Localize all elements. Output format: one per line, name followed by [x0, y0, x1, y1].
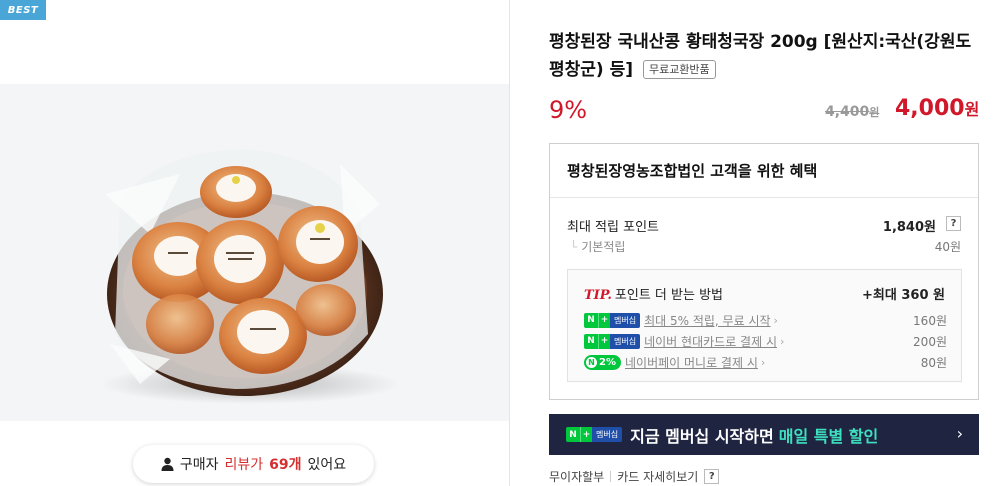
membership-banner[interactable]: N + 멤버십 지금 멤버십 시작하면 매일 특별 할인 › [549, 414, 979, 455]
chevron-right-icon: › [779, 334, 785, 348]
original-price: 4,400원 [825, 104, 879, 120]
basic-points-label: └ 기본적립 [570, 238, 625, 255]
naverpay-rate: 2% [599, 356, 616, 368]
product-title: 평창된장 국내산콩 황태청국장 200g [원산지:국산(강원도 평창군) 등] [549, 32, 972, 80]
chevron-right-icon: › [956, 424, 963, 443]
naver-plus-membership-badge: N + 멤버십 [584, 333, 641, 349]
basic-points-text: 기본적립 [581, 240, 626, 254]
card-details-link[interactable]: 카드 자세히보기 [617, 468, 698, 485]
plus-icon: + [598, 333, 610, 349]
naver-n-icon: N [566, 427, 580, 442]
benefit-box: 평창된장영농조합법인 고객을 위한 혜택 최대 적립 포인트 1,840원 ? … [549, 143, 979, 400]
chevron-right-icon: › [760, 355, 766, 369]
tip-title-text: 포인트 더 받는 방법 [614, 288, 723, 303]
max-points-value: 1,840원 [882, 220, 936, 235]
tip-max-points: +최대 360 원 [862, 288, 945, 303]
tip-row-membership-points: 160원 [913, 313, 947, 328]
naver-n-icon: N [584, 333, 598, 349]
membership-banner-text: 지금 멤버십 시작하면 [630, 426, 774, 446]
card-help-button[interactable]: ? [704, 469, 720, 484]
tip-row-card-points: 200원 [913, 334, 947, 349]
branch-icon: └ [570, 240, 578, 254]
tip-title: TIP. 포인트 더 받는 방법 [584, 284, 723, 303]
installment-link[interactable]: 무이자할부 [549, 468, 604, 485]
final-price: 4,000원 [895, 96, 979, 121]
review-count: 69개 [269, 457, 302, 473]
basic-points-value: 40원 [934, 240, 961, 254]
tip-word: TIP. [584, 288, 612, 303]
membership-banner-highlight: 매일 특별 할인 [778, 426, 879, 446]
final-price-unit: 원 [964, 100, 980, 119]
benefit-title: 평창된장영농조합법인 고객을 위한 혜택 [567, 162, 818, 180]
plus-icon: + [580, 427, 592, 442]
plus-icon: + [598, 312, 610, 328]
product-photo[interactable] [0, 84, 509, 421]
max-points-label: 최대 적립 포인트 [567, 220, 659, 235]
tip-row-naverpay-points: 80원 [920, 355, 947, 370]
review-prefix: 구매자 [179, 457, 219, 473]
naver-plus-membership-badge: N + 멤버십 [566, 427, 623, 442]
membership-label: 멤버십 [592, 427, 623, 442]
discount-rate: 9% [549, 96, 588, 124]
review-count-button[interactable]: 구매자 리뷰가 69개 있어요 [133, 445, 374, 483]
naver-plus-membership-badge: N + 멤버십 [584, 312, 641, 328]
naver-n-icon: N [584, 312, 598, 328]
person-icon [161, 457, 174, 471]
product-image-panel: BEST 구매자 리뷰가 69개 있어요 [0, 0, 510, 486]
original-price-number: 4,400 [825, 104, 870, 120]
payment-links: 무이자할부 카드 자세히보기 ? [549, 468, 720, 485]
free-return-tag: 무료교환반품 [642, 60, 716, 79]
benefit-divider [550, 197, 978, 198]
review-highlight: 리뷰가 [224, 457, 264, 473]
tip-row-membership-link[interactable]: 최대 5% 적립, 무료 시작 [644, 312, 770, 329]
link-separator [610, 471, 612, 482]
tip-row-card-link[interactable]: 네이버 현대카드로 결제 시 [644, 333, 777, 350]
tip-row-membership[interactable]: N + 멤버십 최대 5% 적립, 무료 시작 › 160원 [584, 311, 947, 329]
product-photo-illustration [100, 149, 400, 404]
product-title-block: 평창된장 국내산콩 황태청국장 200g [원산지:국산(강원도 평창군) 등]… [549, 28, 979, 84]
review-suffix: 있어요 [307, 457, 347, 473]
max-points-help-button[interactable]: ? [946, 216, 961, 231]
membership-label: 멤버십 [610, 312, 641, 328]
naverpay-icon: N [586, 356, 597, 368]
tip-row-naverpay-link[interactable]: 네이버페이 머니로 결제 시 [625, 354, 758, 371]
best-badge: BEST [0, 0, 46, 20]
original-price-unit: 원 [869, 106, 880, 119]
tip-row-card[interactable]: N + 멤버십 네이버 현대카드로 결제 시 › 200원 [584, 332, 947, 350]
naverpay-money-badge: N 2% [584, 354, 621, 370]
final-price-number: 4,000 [895, 96, 965, 121]
tip-row-naverpay[interactable]: N 2% 네이버페이 머니로 결제 시 › 80원 [584, 353, 947, 371]
membership-label: 멤버십 [610, 333, 641, 349]
tip-box: TIP. 포인트 더 받는 방법 +최대 360 원 N + 멤버십 최대 5% 적립… [567, 269, 962, 382]
chevron-right-icon: › [773, 313, 778, 327]
